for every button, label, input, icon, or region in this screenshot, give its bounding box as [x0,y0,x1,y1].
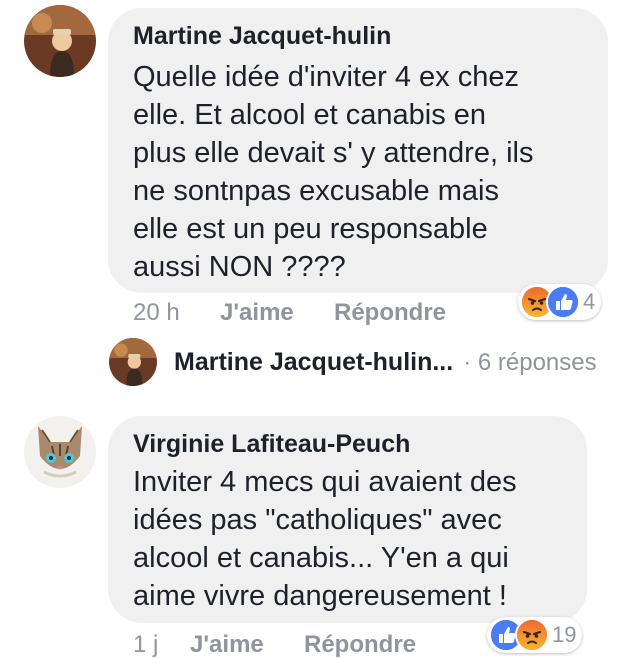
virginie-profile-photo-kitten [24,416,96,488]
comment-author[interactable]: Martine Jacquet-hulin [133,22,391,51]
comment-text-line: aime vivre dangereusement ! [133,580,507,612]
comment-text-line: Inviter 4 mecs qui avaient des [133,466,517,498]
comment-text-line: elle. Et alcool et canabis en [133,99,487,131]
comment-text: Inviter 4 mecs qui avaient des idées pas… [133,463,517,615]
comment-bubble: Virginie Lafiteau-Peuch Inviter 4 mecs q… [108,416,587,623]
like-reaction-icon [546,285,580,319]
martine-profile-photo [24,5,96,77]
comment-text-line: aussi NON ???? [133,251,346,283]
comment-text-line: plus elle devait s' y attendre, ils [133,137,534,169]
reactions-summary[interactable]: 4 [518,284,602,320]
view-replies-link[interactable]: Martine Jacquet-hulin... · 6 réponses [174,348,597,377]
reactions-summary[interactable]: 19 [487,617,583,653]
avatar-virginie[interactable] [24,416,96,488]
comment-bubble: Martine Jacquet-hulin Quelle idée d'invi… [108,8,608,293]
reply-avatar-martine[interactable] [109,338,157,386]
reply-author: Martine Jacquet-hulin... [174,348,454,376]
comment-timestamp[interactable]: 20 h [133,299,180,327]
reply-count: · 6 réponses [463,348,597,376]
reaction-count: 4 [583,289,596,314]
comment-text-line: alcool et canabis... Y'en a qui [133,542,509,574]
comment-text-line: elle est un peu responsable [133,213,488,245]
avatar-martine[interactable] [24,5,96,77]
like-button[interactable]: J'aime [220,299,294,327]
angry-reaction-icon [515,618,549,652]
like-button[interactable]: J'aime [190,631,264,659]
reply-button[interactable]: Répondre [334,299,446,327]
reaction-count: 19 [552,622,577,647]
martine-profile-photo [109,338,157,386]
comment-timestamp[interactable]: 1 j [133,631,158,659]
reply-button[interactable]: Répondre [304,631,416,659]
comment-text: Quelle idée d'inviter 4 ex chez elle. Et… [133,58,533,286]
comment-text-line: Quelle idée d'inviter 4 ex chez [133,61,519,93]
comment-text-line: ne sontnpas excusable mais [133,175,499,207]
comment-text-line: idées pas "catholiques" avec [133,504,502,536]
comment-author[interactable]: Virginie Lafiteau-Peuch [133,430,410,459]
